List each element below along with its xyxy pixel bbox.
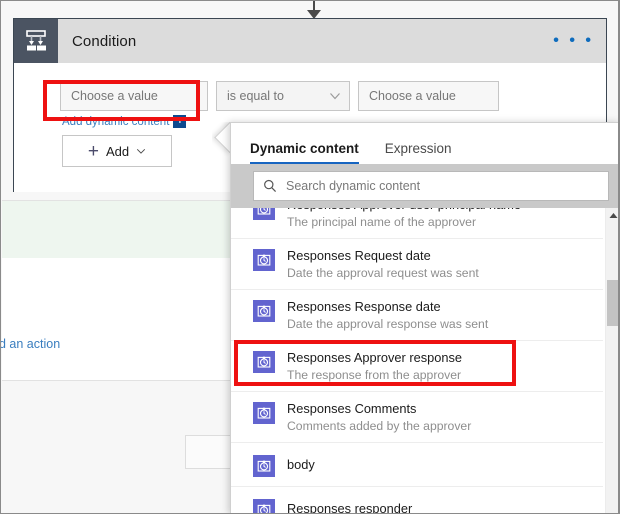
screenshot-root: d an action + Ne Condition • • • <box>0 0 620 514</box>
dynamic-content-item-title: Responses Approver response <box>287 350 462 365</box>
dynamic-content-item-subtitle: Date the approval request was sent <box>287 266 479 280</box>
flyout-callout-pointer <box>212 122 231 158</box>
window-edge <box>618 1 619 513</box>
search-input[interactable]: Search dynamic content <box>286 179 420 193</box>
tab-dynamic-content[interactable]: Dynamic content <box>250 141 359 164</box>
dynamic-content-item-subtitle: The principal name of the approver <box>287 215 477 229</box>
dynamic-content-item[interactable]: Responses Request date Date the approval … <box>231 239 603 290</box>
dynamic-content-item[interactable]: Responses Approver user principal name Th… <box>231 208 603 239</box>
approvals-connector-icon <box>253 351 275 373</box>
add-button-label: Add <box>105 143 130 159</box>
dynamic-content-tabs: Dynamic content Expression <box>231 123 619 164</box>
add-dynamic-content-label: Add dynamic content <box>62 115 170 128</box>
dynamic-content-item-title: Responses Approver user principal name <box>287 208 521 213</box>
dynamic-content-item-title: body <box>287 457 315 472</box>
dynamic-content-list[interactable]: Responses Approver user principal name Th… <box>231 208 619 514</box>
chevron-down-icon <box>137 149 146 154</box>
dynamic-content-item-subtitle: The response from the approver <box>287 368 462 382</box>
dynamic-content-item-title: Responses Request date <box>287 248 431 263</box>
add-dynamic-content-plus-icon: + <box>173 115 187 128</box>
dynamic-content-panel: Dynamic content Expression Search dynami… <box>230 122 619 514</box>
tab-expression[interactable]: Expression <box>385 141 452 164</box>
condition-overflow-menu-icon[interactable]: • • • <box>553 33 594 49</box>
add-condition-button[interactable]: + Add <box>62 135 172 167</box>
condition-branch-icon <box>14 19 58 63</box>
dynamic-content-item-subtitle: Comments added by the approver <box>287 419 472 433</box>
dynamic-content-item[interactable]: Responses Comments Comments added by the … <box>231 392 603 443</box>
dynamic-content-item-title: Responses Response date <box>287 299 441 314</box>
dynamic-content-item[interactable]: Responses responder <box>231 487 603 514</box>
condition-right-value-input[interactable]: Choose a value <box>358 81 499 111</box>
add-dynamic-content-link[interactable]: Add dynamic content + <box>62 115 187 128</box>
chevron-down-icon <box>330 93 340 100</box>
approvals-connector-icon <box>253 300 275 322</box>
condition-row: Choose a value is equal to Choose a valu… <box>60 81 499 111</box>
approvals-connector-icon <box>253 454 275 477</box>
approvals-connector-icon <box>253 208 275 220</box>
condition-card-title: Condition <box>72 32 137 50</box>
condition-operator-select[interactable]: is equal to <box>216 81 350 111</box>
approvals-connector-icon <box>253 402 275 424</box>
plus-icon: + <box>87 140 99 162</box>
approvals-connector-icon <box>253 498 275 513</box>
condition-operator-value: is equal to <box>227 89 284 103</box>
dynamic-content-item[interactable]: body <box>231 443 603 487</box>
dynamic-content-search-area: Search dynamic content <box>231 164 619 208</box>
condition-left-value-input[interactable]: Choose a value <box>60 81 208 111</box>
add-an-action-link[interactable]: d an action <box>1 337 60 351</box>
dynamic-content-item-title: Responses Comments <box>287 401 417 416</box>
dynamic-content-item-title: Responses responder <box>287 501 413 514</box>
search-icon <box>264 179 277 193</box>
search-box[interactable]: Search dynamic content <box>253 171 609 201</box>
approvals-connector-icon <box>253 249 275 271</box>
dynamic-content-item[interactable]: Responses Approver response The response … <box>231 341 603 392</box>
condition-card-header[interactable]: Condition • • • <box>14 19 606 63</box>
dynamic-content-item[interactable]: Responses Response date Date the approval… <box>231 290 603 341</box>
dynamic-content-item-subtitle: Date the approval response was sent <box>287 317 489 331</box>
